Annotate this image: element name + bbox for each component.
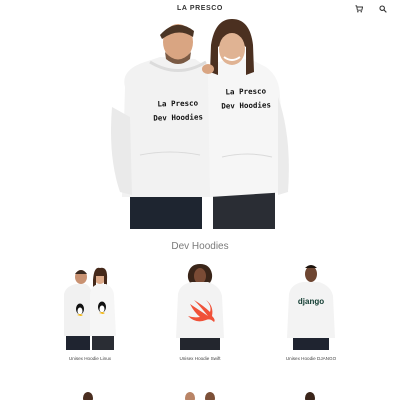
header-icons: [354, 0, 388, 17]
product-name[interactable]: Unisex Hoodie Swift: [150, 356, 250, 361]
site-header: LA PRESCO: [0, 0, 400, 17]
next-products-thumbnails: [83, 392, 315, 400]
product-card-swift[interactable]: Unisex Hoodie Swift: [150, 264, 250, 361]
hoodie-print-line: Dev Hoodies: [153, 112, 204, 123]
hoodie-print-left: La Presco Dev Hoodies: [148, 96, 209, 126]
hero-banner[interactable]: La Presco Dev Hoodies La Presco Dev Hood…: [0, 17, 400, 229]
product-image-swift: [176, 264, 224, 350]
product-name[interactable]: Unisex Hoodie DJANGO: [261, 356, 361, 361]
product-card-django[interactable]: django Unisex Hoodie DJANGO: [261, 264, 361, 361]
search-icon[interactable]: [378, 4, 388, 14]
django-logo-text: django: [298, 297, 324, 306]
product-name[interactable]: Unisex Hoodie Linux: [40, 356, 140, 361]
hoodie-print-line: Dev Hoodies: [221, 100, 272, 111]
product-image-linux: [64, 267, 116, 350]
page: LA PRESCO La Presco Dev Hoodies La Presc…: [0, 0, 400, 400]
product-card-linux[interactable]: Unisex Hoodie Linux: [40, 264, 140, 361]
section-title: Dev Hoodies: [171, 241, 229, 252]
hoodie-print-right: La Presco Dev Hoodies: [216, 84, 277, 114]
cart-icon[interactable]: [354, 4, 364, 14]
product-image-django: django: [287, 265, 335, 350]
brand-logo[interactable]: LA PRESCO: [177, 5, 223, 12]
next-products-row: [0, 388, 400, 400]
